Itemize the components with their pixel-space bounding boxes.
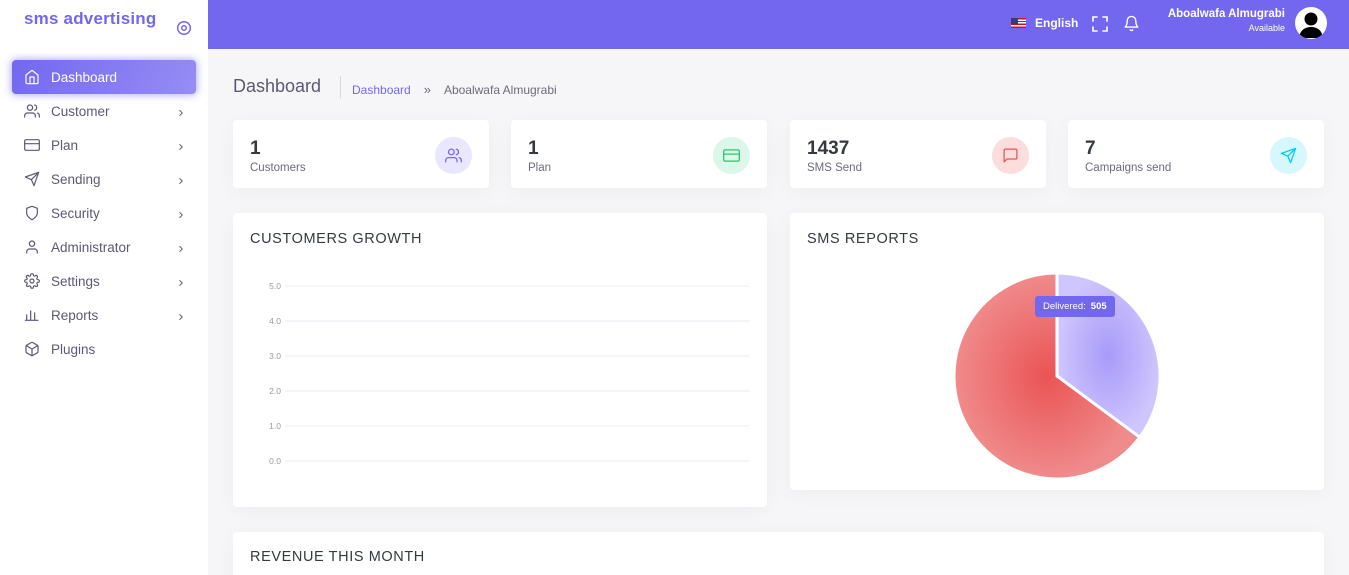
sms-reports-pie-chart [952, 271, 1162, 481]
tooltip-label: Delivered: [1043, 301, 1086, 312]
stat-value: 1 [528, 138, 539, 159]
sidebar-item-customer[interactable]: Customer [12, 94, 196, 128]
user-icon [23, 238, 41, 256]
chevron-right-icon [176, 242, 186, 252]
revenue-card: REVENUE THIS MONTH [233, 532, 1324, 575]
shield-icon [23, 204, 41, 222]
credit-card-icon [23, 136, 41, 154]
users-icon [435, 137, 472, 174]
stat-label: Campaigns send [1085, 162, 1172, 174]
chevron-right-icon [176, 174, 186, 184]
stat-label: Customers [250, 162, 306, 174]
stat-card-sms-send: 1437 SMS Send [790, 120, 1046, 188]
sidebar-item-label: Plan [51, 137, 79, 153]
sidebar-item-label: Sending [51, 171, 101, 187]
sidebar-item-label: Settings [51, 273, 100, 289]
y-tick-label: 4.0 [269, 316, 281, 326]
stat-card-plan: 1 Plan [511, 120, 767, 188]
sidebar-item-dashboard[interactable]: Dashboard [12, 60, 196, 94]
sidebar-item-label: Plugins [51, 341, 96, 357]
sidebar-item-plan[interactable]: Plan [12, 128, 196, 162]
package-icon [23, 340, 41, 358]
sidebar-item-label: Administrator [51, 239, 131, 255]
chevron-right-icon [176, 106, 186, 116]
breadcrumb: Dashboard » Aboalwafa Almugrabi [352, 82, 557, 97]
us-flag-icon [1011, 18, 1026, 28]
customers-growth-chart: 5.0 4.0 3.0 2.0 1.0 0.0 [269, 281, 749, 466]
send-icon [23, 170, 41, 188]
home-icon [23, 68, 41, 86]
sidebar-item-settings[interactable]: Settings [12, 264, 196, 298]
sidebar-item-reports[interactable]: Reports [12, 298, 196, 332]
sidebar-item-security[interactable]: Security [12, 196, 196, 230]
sidebar-item-label: Security [51, 205, 100, 221]
stat-label: SMS Send [807, 162, 862, 174]
chart-tooltip: Delivered: 505 [1035, 296, 1115, 317]
language-label: English [1035, 16, 1079, 30]
stat-card-campaigns-send: 7 Campaigns send [1068, 120, 1324, 188]
page-title: Dashboard [233, 76, 322, 96]
breadcrumb-divider [340, 76, 341, 98]
sidebar: sms advertising Dashboard Customer Plan Sen… [0, 0, 208, 575]
sms-reports-card: SMS REPORTS Delivered: 505 [790, 213, 1324, 490]
language-selector[interactable]: English [1011, 16, 1078, 30]
stat-label: Plan [528, 162, 552, 174]
y-tick-label: 2.0 [269, 386, 281, 396]
stat-card-customers: 1 Customers [233, 120, 489, 188]
sidebar-item-label: Reports [51, 307, 99, 323]
user-name: Aboalwafa Almugrabi [1167, 8, 1285, 20]
chevron-right-icon [176, 276, 186, 286]
send-icon [1270, 137, 1307, 174]
message-square-icon [992, 137, 1029, 174]
y-tick-label: 1.0 [269, 421, 281, 431]
card-title: REVENUE THIS MONTH [250, 549, 425, 565]
chevron-right-icon [176, 140, 186, 150]
sidebar-menu: Dashboard Customer Plan Sending Security Admi… [12, 60, 196, 366]
y-tick-label: 5.0 [269, 281, 281, 291]
sidebar-item-plugins[interactable]: Plugins [12, 332, 196, 366]
sidebar-item-administrator[interactable]: Administrator [12, 230, 196, 264]
chevron-right-icon [176, 310, 186, 320]
chevron-right-icon [176, 208, 186, 218]
stat-value: 7 [1085, 138, 1096, 159]
sidebar-item-label: Dashboard [51, 69, 118, 85]
sidebar-toggle-icon[interactable] [176, 20, 192, 36]
breadcrumb-current: Aboalwafa Almugrabi [443, 82, 557, 97]
stat-value: 1 [250, 138, 261, 159]
y-tick-label: 3.0 [269, 351, 281, 361]
user-status: Available [1248, 23, 1285, 33]
breadcrumb-link-dashboard[interactable]: Dashboard [352, 83, 411, 97]
stat-value: 1437 [807, 138, 850, 159]
settings-icon [23, 272, 41, 290]
notification-bell-icon[interactable] [1123, 15, 1140, 32]
bar-chart-icon [23, 306, 41, 324]
sidebar-item-sending[interactable]: Sending [12, 162, 196, 196]
users-icon [23, 102, 41, 120]
tooltip-value: 505 [1090, 301, 1107, 312]
sidebar-item-label: Customer [51, 103, 110, 119]
credit-card-icon [713, 137, 750, 174]
user-menu[interactable]: Aboalwafa Almugrabi Available [1168, 8, 1285, 33]
customers-growth-card: CUSTOMERS GROWTH 5.0 4.0 3.0 2.0 1.0 0.0 [233, 213, 767, 507]
fullscreen-icon[interactable] [1092, 16, 1108, 32]
brand-logo[interactable]: sms advertising [24, 9, 156, 29]
topbar: English Aboalwafa Almugrabi Available [208, 0, 1349, 49]
y-tick-label: 0.0 [269, 456, 281, 466]
breadcrumb-separator: » [423, 82, 431, 97]
avatar[interactable] [1295, 7, 1327, 39]
